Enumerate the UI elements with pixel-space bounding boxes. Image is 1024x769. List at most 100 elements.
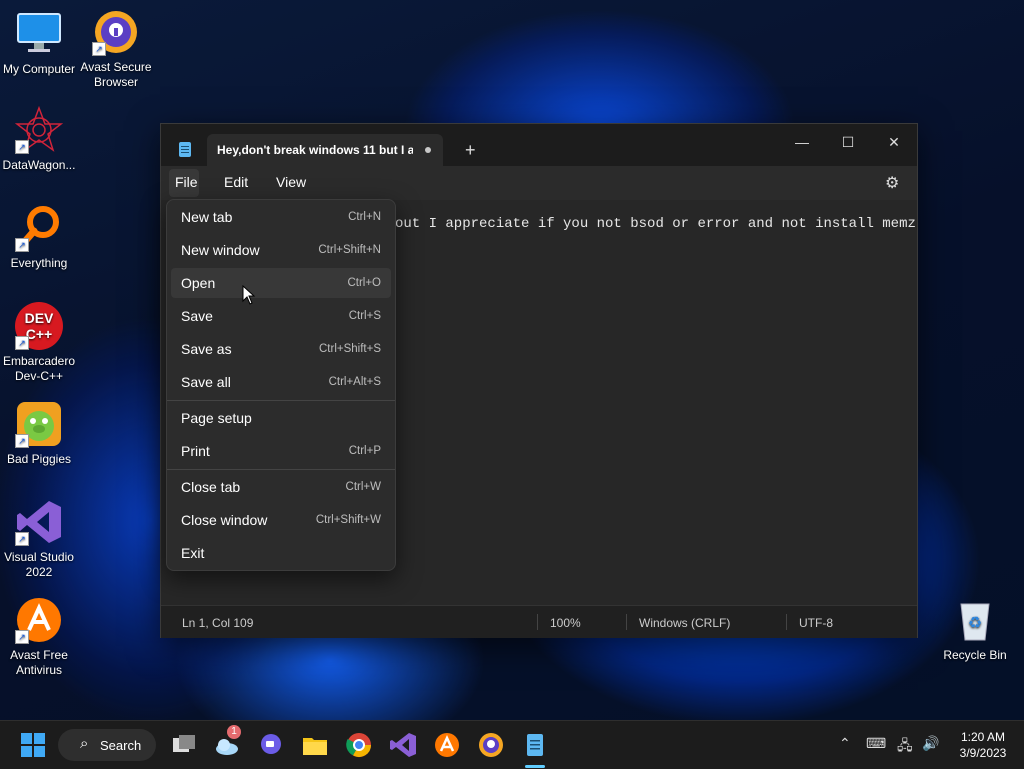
notepad-icon	[527, 734, 543, 756]
menu-item-open[interactable]: Open Ctrl+O	[171, 268, 391, 298]
unsaved-dot-icon[interactable]	[425, 147, 431, 153]
menu-item-print[interactable]: Print Ctrl+P	[171, 436, 391, 466]
shortcut-arrow-icon: ↗	[15, 140, 29, 154]
taskbar-chrome[interactable]	[345, 731, 373, 759]
clock-time: 1:20 AM	[960, 730, 1006, 744]
datawagon-icon: ↗	[14, 105, 64, 154]
desktop-icon-my-computer[interactable]: My Computer	[0, 10, 81, 77]
tab-document[interactable]: Hey,don't break windows 11 but I ap	[207, 134, 443, 166]
taskbar-file-explorer[interactable]	[301, 731, 329, 759]
desktop-icon-label: Avast Free Antivirus	[10, 648, 68, 677]
widgets-badge: 1	[227, 725, 241, 739]
menu-item-close-tab[interactable]: Close tab Ctrl+W	[171, 472, 391, 502]
taskbar-visual-studio[interactable]	[389, 731, 417, 759]
magnifier-icon: ↗	[15, 204, 63, 252]
status-divider	[626, 614, 627, 630]
desktop-icon-avast-browser[interactable]: ↗ Avast Secure Browser	[74, 8, 158, 90]
volume-icon[interactable]: 🔊	[922, 735, 939, 752]
task-view-button[interactable]	[170, 731, 198, 759]
desktop-icon-label: My Computer	[2, 62, 76, 76]
menu-separator	[167, 469, 395, 470]
menu-edit[interactable]: Edit	[224, 174, 248, 190]
minimize-button[interactable]: —	[779, 128, 825, 158]
search-icon: ⌕	[80, 735, 89, 752]
desktop-icon-label: DataWagon...	[2, 158, 76, 172]
desktop-icon-label: Recycle Bin	[943, 648, 1007, 662]
settings-gear-icon[interactable]: ⚙	[885, 173, 899, 193]
file-menu-dropdown: New tab Ctrl+N New window Ctrl+Shift+N O…	[166, 199, 396, 571]
desktop-icon-avast-antivirus[interactable]: ↗ Avast Free Antivirus	[0, 596, 81, 678]
menu-item-save-as[interactable]: Save as Ctrl+Shift+S	[171, 334, 391, 364]
editor-content[interactable]: out I appreciate if you not bsod or erro…	[395, 216, 1024, 232]
chat-icon	[261, 734, 281, 754]
desktop-icon-bad-piggies[interactable]: ↗ Bad Piggies	[0, 400, 81, 467]
clock-date: 3/9/2023	[959, 746, 1007, 760]
status-position: Ln 1, Col 109	[182, 616, 254, 630]
svg-text:♻: ♻	[968, 615, 982, 632]
taskbar-avast-antivirus[interactable]	[433, 731, 461, 759]
network-icon[interactable]: 🖧	[897, 735, 913, 759]
desktop-icon-everything[interactable]: ↗ Everything	[0, 204, 81, 271]
avast-antivirus-icon: ↗	[15, 596, 63, 644]
menu-view[interactable]: View	[276, 174, 306, 190]
menu-item-save-all[interactable]: Save all Ctrl+Alt+S	[171, 367, 391, 397]
menu-item-close-window[interactable]: Close window Ctrl+Shift+W	[171, 505, 391, 535]
taskbar-notepad[interactable]	[521, 731, 549, 759]
menu-item-save[interactable]: Save Ctrl+S	[171, 301, 391, 331]
visual-studio-icon: ↗	[15, 498, 63, 546]
devcpp-icon: DEV C++ ↗	[15, 302, 63, 350]
desktop-icon-label: Visual Studio 2022	[4, 550, 74, 579]
notepad-app-icon	[179, 142, 191, 157]
desktop-icon-datawagon[interactable]: ↗ DataWagon...	[0, 105, 81, 173]
title-bar[interactable]: Hey,don't break windows 11 but I ap + — …	[161, 124, 917, 166]
new-tab-button[interactable]: +	[465, 140, 476, 161]
taskbar: ⌕ Search 1 ⌃ ⌨ 🖧 🔊 1:20 AM 3/9/2023	[0, 720, 1024, 769]
status-divider	[786, 614, 787, 630]
taskbar-clock[interactable]: 1:20 AM 3/9/2023	[948, 729, 1018, 761]
avast-browser-icon	[479, 733, 503, 757]
menu-item-exit[interactable]: Exit	[171, 538, 391, 568]
recycle-bin-icon: ♻	[951, 596, 999, 644]
desktop-icon-devcpp[interactable]: DEV C++ ↗ Embarcadero Dev-C++	[0, 302, 81, 384]
taskbar-search[interactable]: ⌕ Search	[58, 729, 156, 761]
menu-separator	[167, 400, 395, 401]
maximize-icon: ☐	[841, 134, 855, 150]
menu-file[interactable]: File	[169, 169, 199, 197]
menu-item-page-setup[interactable]: Page setup	[171, 403, 391, 433]
menu-item-new-window[interactable]: New window Ctrl+Shift+N	[171, 235, 391, 265]
chrome-icon	[346, 733, 371, 758]
menu-item-new-tab[interactable]: New tab Ctrl+N	[171, 202, 391, 232]
close-icon: ✕	[888, 134, 900, 150]
visual-studio-icon	[390, 733, 416, 757]
widgets-button[interactable]: 1	[213, 725, 241, 759]
desktop-icon-label: Embarcadero Dev-C++	[2, 354, 76, 383]
taskbar-chat[interactable]	[257, 731, 285, 759]
shortcut-arrow-icon: ↗	[15, 532, 29, 546]
desktop-icon-visual-studio[interactable]: ↗ Visual Studio 2022	[0, 498, 81, 580]
desktop-icon-recycle-bin[interactable]: ♻ Recycle Bin	[933, 596, 1017, 663]
minimize-icon: —	[795, 134, 809, 150]
close-button[interactable]: ✕	[871, 128, 917, 158]
tray-overflow-chevron-icon[interactable]: ⌃	[839, 735, 851, 752]
folder-icon	[303, 738, 327, 755]
status-divider	[537, 614, 538, 630]
shortcut-arrow-icon: ↗	[15, 434, 29, 448]
avast-browser-icon: ↗	[92, 8, 140, 56]
shortcut-arrow-icon: ↗	[15, 336, 29, 350]
start-button[interactable]	[19, 731, 47, 759]
desktop-icon-label: Avast Secure Browser	[80, 60, 152, 89]
shortcut-arrow-icon: ↗	[92, 42, 106, 56]
keyboard-icon[interactable]: ⌨	[866, 735, 886, 752]
status-bar: Ln 1, Col 109 100% Windows (CRLF) UTF-8	[161, 605, 917, 638]
search-label: Search	[100, 738, 142, 753]
bad-piggies-icon: ↗	[15, 400, 63, 448]
desktop-icon-label: Everything	[10, 256, 68, 270]
windows-logo-icon	[21, 733, 45, 757]
status-line-ending: Windows (CRLF)	[639, 616, 731, 630]
maximize-button[interactable]: ☐	[825, 128, 871, 158]
taskbar-avast-browser[interactable]	[477, 731, 505, 759]
menu-bar: File Edit View ⚙	[161, 166, 917, 200]
desktop-icon-label: Bad Piggies	[6, 452, 72, 466]
monitor-icon	[15, 10, 63, 58]
avast-antivirus-icon	[435, 733, 459, 757]
